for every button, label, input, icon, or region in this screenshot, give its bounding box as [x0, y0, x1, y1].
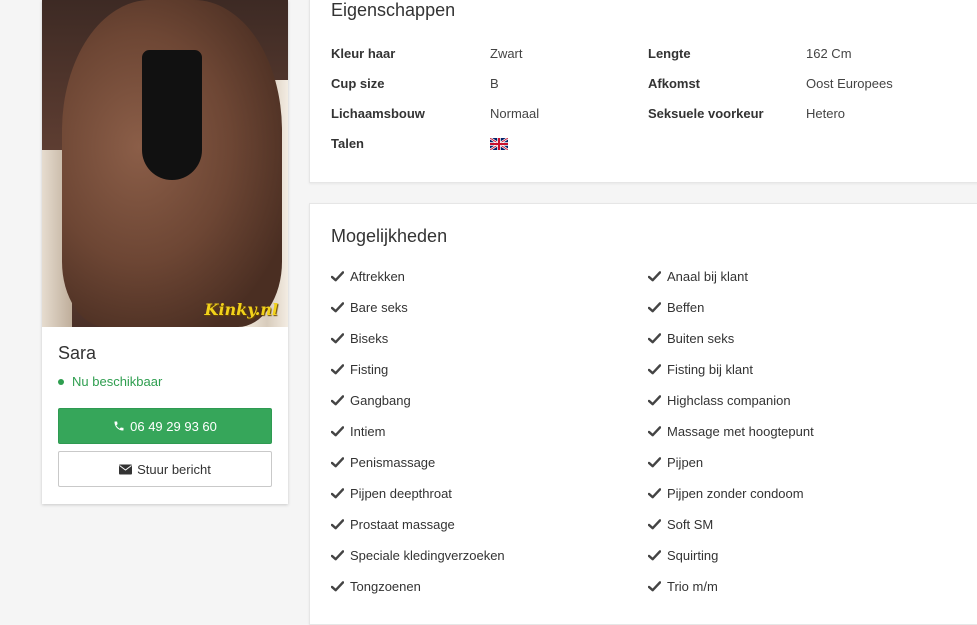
prop-label-languages: Talen [331, 136, 364, 151]
option-label: Tongzoenen [350, 579, 421, 594]
checkmark-icon [331, 395, 344, 406]
option-item-right: Pijpen [648, 455, 703, 470]
prop-value-hair: Zwart [490, 46, 523, 61]
profile-card: Kinky.nl Sara Nu beschikbaar 06 49 29 93… [42, 0, 288, 504]
option-label: Gangbang [350, 393, 411, 408]
checkmark-icon [331, 364, 344, 375]
call-button[interactable]: 06 49 29 93 60 [58, 408, 272, 444]
prop-value-height: 162 Cm [806, 46, 852, 61]
checkmark-icon [331, 581, 344, 592]
option-label: Intiem [350, 424, 386, 439]
option-label: Fisting bij klant [667, 362, 753, 377]
option-label: Beffen [667, 300, 705, 315]
envelope-icon [119, 464, 133, 474]
option-label: Trio m/m [667, 579, 718, 594]
option-item-left: Speciale kledingverzoeken [331, 548, 505, 563]
send-message-label: Stuur bericht [137, 461, 211, 477]
send-message-button[interactable]: Stuur bericht [58, 451, 272, 487]
checkmark-icon [331, 457, 344, 468]
option-label: Bare seks [350, 300, 408, 315]
checkmark-icon [648, 302, 661, 313]
checkmark-icon [331, 488, 344, 499]
profile-photo[interactable]: Kinky.nl [42, 0, 288, 327]
option-label: Aftrekken [350, 269, 405, 284]
status-dot-icon [58, 378, 64, 385]
option-label: Prostaat massage [350, 517, 455, 532]
option-label: Pijpen deepthroat [350, 486, 452, 501]
option-item-right: Squirting [648, 548, 718, 563]
option-item-left: Bare seks [331, 300, 408, 315]
checkmark-icon [331, 519, 344, 530]
profile-name: Sara [58, 343, 97, 363]
prop-label-hair: Kleur haar [331, 46, 396, 61]
prop-label-preference: Seksuele voorkeur [648, 106, 764, 121]
option-item-right: Anaal bij klant [648, 269, 748, 284]
option-label: Massage met hoogtepunt [667, 424, 814, 439]
prop-value-cup: B [490, 76, 499, 91]
option-item-left: Intiem [331, 424, 385, 439]
option-item-right: Buiten seks [648, 331, 734, 346]
checkmark-icon [648, 333, 661, 344]
checkmark-icon [331, 302, 344, 313]
checkmark-icon [331, 333, 344, 344]
status-label: Nu beschikbaar [72, 374, 163, 389]
prop-value-preference: Hetero [806, 106, 846, 121]
option-item-left: Aftrekken [331, 269, 405, 284]
checkmark-icon [648, 519, 661, 530]
phone-icon [114, 421, 124, 431]
checkmark-icon [648, 581, 661, 592]
checkmark-icon [648, 426, 661, 437]
prop-label-build: Lichaamsbouw [331, 106, 425, 121]
option-label: Biseks [350, 331, 389, 346]
option-label: Anaal bij klant [667, 269, 748, 284]
checkmark-icon [648, 364, 661, 375]
checkmark-icon [331, 271, 344, 282]
checkmark-icon [648, 457, 661, 468]
option-item-left: Tongzoenen [331, 579, 421, 594]
option-item-left: Penismassage [331, 455, 435, 470]
prop-value-build: Normaal [490, 106, 540, 121]
option-label: Speciale kledingverzoeken [350, 548, 505, 563]
option-label: Highclass companion [667, 393, 791, 408]
checkmark-icon [648, 395, 661, 406]
properties-panel: Eigenschappen Kleur haar Zwart Cup size … [309, 0, 977, 183]
option-label: Pijpen zonder condoom [667, 486, 804, 501]
option-item-right: Fisting bij klant [648, 362, 753, 377]
checkmark-icon [648, 550, 661, 561]
options-title: Mogelijkheden [331, 226, 448, 246]
options-panel: Mogelijkheden Aftrekken Bare seks Biseks Fi… [309, 203, 977, 625]
photo-garment [142, 50, 202, 180]
checkmark-icon [648, 271, 661, 282]
option-label: Pijpen [667, 455, 704, 470]
prop-label-height: Lengte [648, 46, 691, 61]
prop-label-cup: Cup size [331, 76, 385, 91]
option-item-right: Massage met hoogtepunt [648, 424, 814, 439]
properties-title: Eigenschappen [331, 0, 456, 20]
option-item-left: Pijpen deepthroat [331, 486, 452, 501]
option-item-right: Highclass companion [648, 393, 791, 408]
checkmark-icon [648, 488, 661, 499]
option-item-left: Biseks [331, 331, 388, 346]
option-item-right: Trio m/m [648, 579, 718, 594]
call-button-label: 06 49 29 93 60 [130, 418, 217, 434]
option-item-left: Prostaat massage [331, 517, 455, 532]
option-label: Penismassage [350, 455, 436, 470]
option-label: Soft SM [667, 517, 714, 532]
uk-flag-icon [490, 138, 508, 150]
option-item-right: Beffen [648, 300, 704, 315]
option-label: Fisting [350, 362, 389, 377]
option-item-left: Gangbang [331, 393, 411, 408]
watermark-logo: Kinky.nl [204, 300, 278, 319]
availability-status: Nu beschikbaar [58, 374, 162, 389]
option-label: Squirting [667, 548, 719, 563]
option-item-left: Fisting [331, 362, 388, 377]
prop-value-origin: Oost Europees [806, 76, 893, 91]
option-label: Buiten seks [667, 331, 735, 346]
option-item-right: Pijpen zonder condoom [648, 486, 804, 501]
prop-label-origin: Afkomst [648, 76, 701, 91]
checkmark-icon [331, 426, 344, 437]
checkmark-icon [331, 550, 344, 561]
option-item-right: Soft SM [648, 517, 713, 532]
